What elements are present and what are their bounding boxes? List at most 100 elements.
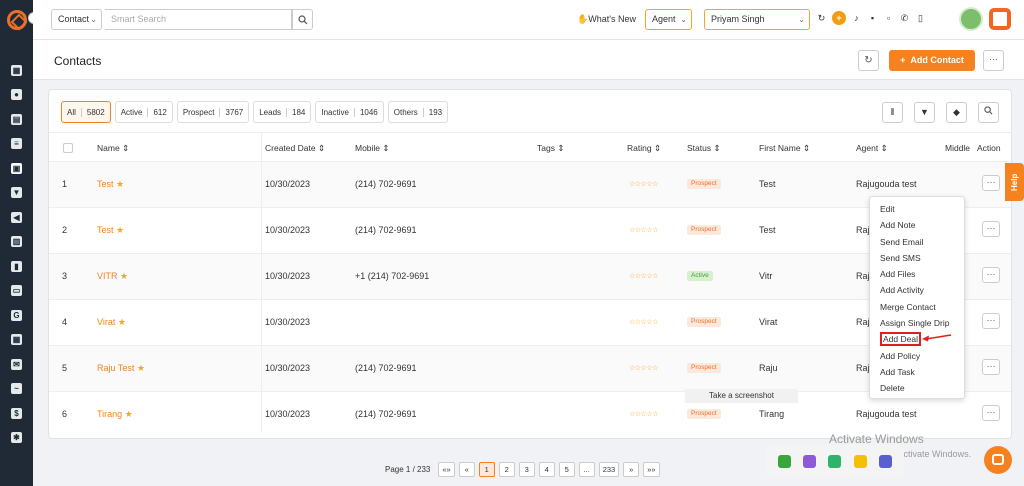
refresh-button[interactable]: ↻ <box>858 50 879 71</box>
table-row[interactable]: 1 Test ★ 10/30/2023 (214) 702-9691 ☆☆☆☆☆… <box>49 162 1011 208</box>
mobile-number[interactable]: (214) 702-9691 <box>355 179 417 189</box>
tags-button[interactable]: ◆ <box>946 102 967 123</box>
sidebar-item-users[interactable]: ● <box>0 83 33 108</box>
more-options-button[interactable]: ··· <box>983 50 1004 71</box>
row-action-button[interactable]: ··· <box>982 359 1000 375</box>
rating-stars[interactable]: ☆☆☆☆☆ <box>629 364 658 372</box>
contact-name-link[interactable]: Raju Test ★ <box>97 363 145 374</box>
first-page-button[interactable]: «» <box>438 462 455 477</box>
row-action-button[interactable]: ··· <box>982 175 1000 191</box>
search-button[interactable] <box>978 102 999 123</box>
contact-name-link[interactable]: VITR ★ <box>97 271 128 282</box>
phone-icon[interactable]: ✆ <box>899 13 910 24</box>
menu-item-add-note[interactable]: Add Note <box>870 217 964 233</box>
recycle-icon[interactable] <box>828 454 842 468</box>
table-row[interactable]: 5 Raju Test ★ 10/30/2023 (214) 702-9691 … <box>49 346 1011 392</box>
contact-name-link[interactable]: Test ★ <box>97 225 124 236</box>
rating-stars[interactable]: ☆☆☆☆☆ <box>629 318 658 326</box>
brand-logo-icon[interactable] <box>989 8 1011 30</box>
sidebar-item-settings[interactable]: ✱ <box>0 426 33 451</box>
rating-stars[interactable]: ☆☆☆☆☆ <box>629 272 658 280</box>
col-agent[interactable]: Agent ⇕ <box>856 143 888 154</box>
mobile-number[interactable]: (214) 702-9691 <box>355 409 417 419</box>
sidebar-item-mail[interactable]: ✉ <box>0 352 33 377</box>
sidebar-item-signature[interactable]: ~ <box>0 377 33 402</box>
filter-active[interactable]: Active 612 <box>114 101 173 123</box>
menu-item-add-files[interactable]: Add Files <box>870 266 964 282</box>
calculator-icon[interactable]: ▯ <box>915 13 926 24</box>
bell-icon[interactable]: ♪ <box>851 13 862 24</box>
chat-icon[interactable]: ▪ <box>867 13 878 24</box>
col-middle[interactable]: Middle <box>945 143 970 153</box>
screen-icon[interactable]: ▫ <box>883 13 894 24</box>
rating-stars[interactable]: ☆☆☆☆☆ <box>629 180 658 188</box>
sidebar-item-lists[interactable]: ≡ <box>0 132 33 157</box>
menu-item-merge-contact[interactable]: Merge Contact <box>870 299 964 315</box>
next-page-button[interactable]: » <box>623 462 640 477</box>
filter-inactive[interactable]: Inactive 1046 <box>315 101 384 123</box>
col-created-date[interactable]: Created Date ⇕ <box>265 143 325 154</box>
col-rating[interactable]: Rating ⇕ <box>627 143 661 154</box>
filter-leads[interactable]: Leads 184 <box>253 101 312 123</box>
sidebar-item-google[interactable]: G <box>0 303 33 328</box>
sidebar-item-contacts[interactable]: ▣ <box>0 156 33 181</box>
sidebar-item-dashboard[interactable]: ▦ <box>0 58 33 83</box>
col-tags[interactable]: Tags ⇕ <box>537 143 564 154</box>
contact-name-link[interactable]: Virat ★ <box>97 317 126 328</box>
star-icon[interactable]: ★ <box>118 317 126 327</box>
mobile-number[interactable]: (214) 702-9691 <box>355 225 417 235</box>
col-first-name[interactable]: First Name ⇕ <box>759 143 810 154</box>
sidebar-item-notes[interactable]: ▥ <box>0 230 33 255</box>
filter-button[interactable]: ▼ <box>914 102 935 123</box>
contact-name-link[interactable]: Test ★ <box>97 179 124 190</box>
feather-icon[interactable] <box>803 454 817 468</box>
row-action-button[interactable]: ··· <box>982 221 1000 237</box>
rating-stars[interactable]: ☆☆☆☆☆ <box>629 226 658 234</box>
menu-item-edit[interactable]: Edit <box>870 201 964 217</box>
search-button[interactable] <box>292 9 313 30</box>
filter-others[interactable]: Others 193 <box>387 101 449 123</box>
menu-item-send-email[interactable]: Send Email <box>870 234 964 250</box>
user-select[interactable]: Priyam Singh ⌄ <box>704 9 810 30</box>
sidebar-item-filter[interactable]: ▼ <box>0 181 33 206</box>
row-action-button[interactable]: ··· <box>982 313 1000 329</box>
page-button[interactable]: 1 <box>478 462 495 477</box>
sidebar-item-calendar[interactable]: ▦ <box>0 328 33 353</box>
table-row[interactable]: 3 VITR ★ 10/30/2023 +1 (214) 702-9691 ☆☆… <box>49 254 1011 300</box>
page-button[interactable]: 4 <box>538 462 555 477</box>
filter-prospect[interactable]: Prospect 3767 <box>176 101 250 123</box>
menu-item-add-policy[interactable]: Add Policy <box>870 348 964 364</box>
star-icon[interactable]: ★ <box>137 363 145 373</box>
sidebar-item-campaigns[interactable]: ◀ <box>0 205 33 230</box>
chat-launcher-button[interactable] <box>984 446 1012 474</box>
teams-icon[interactable] <box>878 454 892 468</box>
page-button[interactable]: 2 <box>498 462 515 477</box>
filter-all[interactable]: All 5802 <box>61 101 111 123</box>
page-button[interactable]: 5 <box>558 462 575 477</box>
table-row[interactable]: 4 Virat ★ 10/30/2023 ☆☆☆☆☆ Prospect Vira… <box>49 300 1011 346</box>
col-name[interactable]: Name ⇕ <box>97 143 129 154</box>
sidebar-item-billing[interactable]: $ <box>0 401 33 426</box>
add-icon[interactable]: + <box>832 11 846 25</box>
refresh-icon[interactable]: ↻ <box>816 13 827 24</box>
columns-button[interactable]: ⦀ <box>882 102 903 123</box>
col-status[interactable]: Status ⇕ <box>687 143 721 154</box>
menu-item-send-sms[interactable]: Send SMS <box>870 250 964 266</box>
avatar[interactable] <box>959 7 983 31</box>
row-action-button[interactable]: ··· <box>982 405 1000 421</box>
page-button[interactable]: 3 <box>518 462 535 477</box>
agent-select[interactable]: Agent ⌄ <box>645 9 692 30</box>
shield-icon[interactable] <box>853 454 867 468</box>
select-all-checkbox[interactable] <box>63 143 73 153</box>
page-button[interactable]: 233 <box>598 462 620 477</box>
whats-new-link[interactable]: ✋What's New <box>577 14 636 25</box>
mobile-number[interactable]: (214) 702-9691 <box>355 363 417 373</box>
shield-check-icon[interactable] <box>778 454 792 468</box>
star-icon[interactable]: ★ <box>116 179 124 189</box>
menu-item-add-activity[interactable]: Add Activity <box>870 282 964 298</box>
star-icon[interactable]: ★ <box>125 409 133 419</box>
contact-name-link[interactable]: Tirang ★ <box>97 409 133 420</box>
mobile-number[interactable]: +1 (214) 702-9691 <box>355 271 429 281</box>
star-icon[interactable]: ★ <box>116 225 124 235</box>
search-type-select[interactable]: Contact ⌄ <box>51 9 102 30</box>
